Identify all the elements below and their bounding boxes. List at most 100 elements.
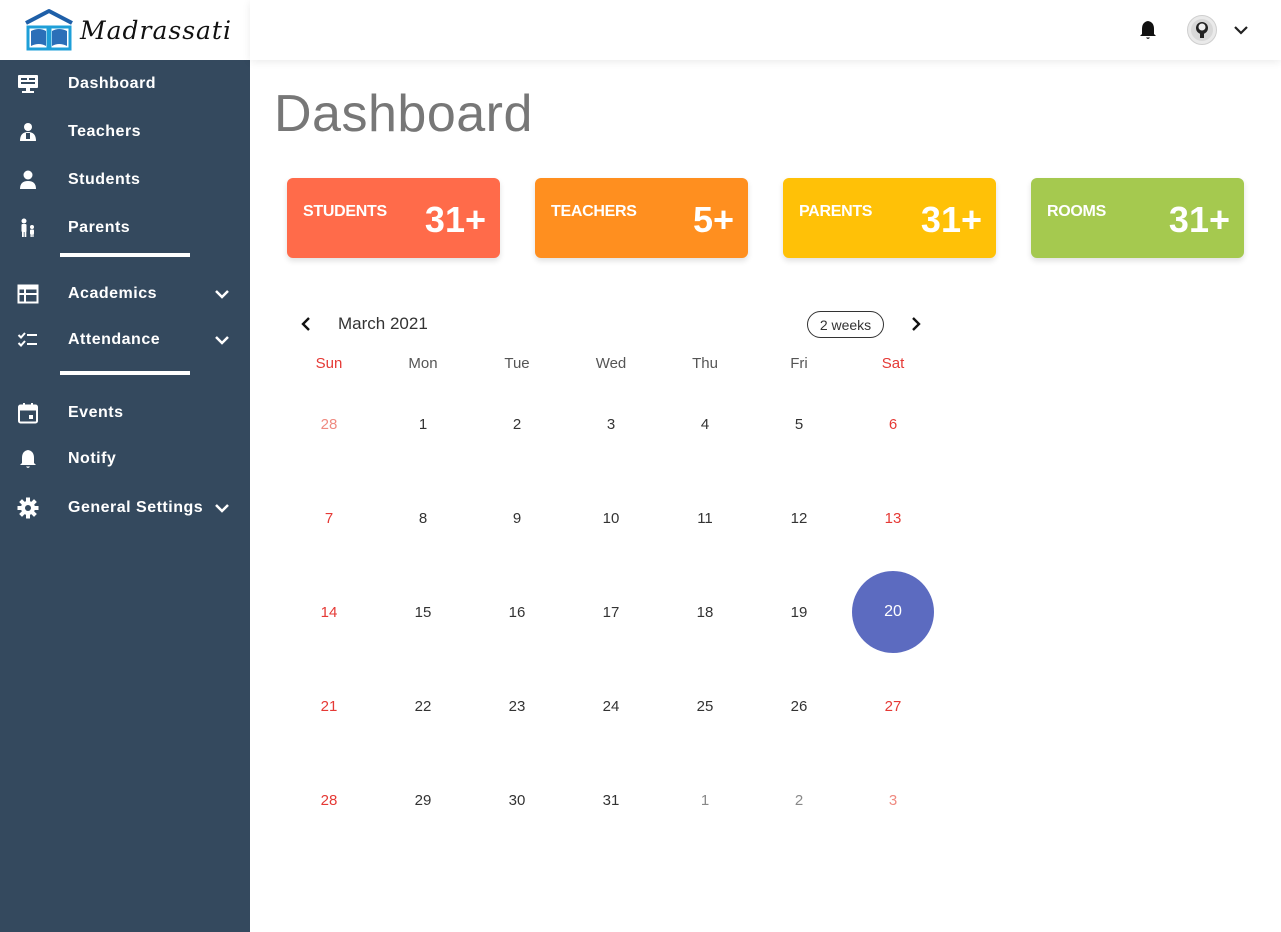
- gear-icon: [17, 497, 39, 519]
- calendar-day[interactable]: 8: [376, 471, 470, 565]
- calendar-next-chevron-right-icon[interactable]: [906, 314, 926, 334]
- calendar-day[interactable]: 11: [658, 471, 752, 565]
- stat-label: ROOMS: [1047, 203, 1106, 220]
- weekday-label: Fri: [790, 355, 808, 372]
- sidebar-item-label: General Settings: [68, 499, 204, 516]
- calendar-day[interactable]: 26: [752, 659, 846, 753]
- checklist-icon: [17, 329, 39, 351]
- calendar-day[interactable]: 25: [658, 659, 752, 753]
- sidebar-item-label: Notify: [68, 450, 117, 467]
- calendar-day[interactable]: 31: [564, 753, 658, 847]
- stat-card-students[interactable]: STUDENTS 31+: [287, 178, 500, 258]
- calendar-day[interactable]: 21: [282, 659, 376, 753]
- user-avatar[interactable]: [1187, 15, 1217, 45]
- sidebar-item-label: Teachers: [68, 123, 142, 140]
- sidebar: Madrassati Dashboard Teachers Students P…: [0, 0, 250, 932]
- calendar-day[interactable]: 27: [846, 659, 940, 753]
- student-icon: [17, 169, 39, 191]
- weekday-label: Wed: [595, 355, 627, 372]
- weekday-label: Tue: [504, 355, 530, 372]
- weekday-label: Thu: [692, 355, 718, 372]
- app-root: Madrassati Dashboard Teachers Students P…: [0, 0, 1281, 932]
- calendar-week-row: 14 15 16 17 18 19 20: [282, 565, 940, 659]
- calendar-day[interactable]: 14: [282, 565, 376, 659]
- calendar-day[interactable]: 3: [846, 753, 940, 847]
- calendar-day[interactable]: 28: [282, 753, 376, 847]
- sidebar-item-general-settings[interactable]: General Settings: [0, 483, 250, 533]
- weekday-label: Sat: [881, 355, 905, 372]
- calendar-day[interactable]: 19: [752, 565, 846, 659]
- sidebar-item-teachers[interactable]: Teachers: [0, 108, 250, 156]
- today-highlight: 20: [852, 571, 934, 653]
- calendar-day[interactable]: 29: [376, 753, 470, 847]
- calendar-day-today[interactable]: 20: [846, 565, 940, 659]
- calendar-day[interactable]: 16: [470, 565, 564, 659]
- sidebar-item-dashboard[interactable]: Dashboard: [0, 60, 250, 108]
- calendar-day[interactable]: 6: [846, 377, 940, 471]
- stat-value: 31+: [920, 199, 982, 240]
- sidebar-item-label: Events: [68, 404, 124, 421]
- calendar-day[interactable]: 4: [658, 377, 752, 471]
- sidebar-item-notify[interactable]: Notify: [0, 435, 250, 483]
- calendar-day[interactable]: 1: [376, 377, 470, 471]
- weekday-label: Sun: [315, 355, 343, 372]
- stat-value: 5+: [692, 199, 734, 240]
- calendar-day[interactable]: 30: [470, 753, 564, 847]
- parents-icon: [17, 217, 39, 239]
- calendar-prev-chevron-left-icon[interactable]: [296, 314, 316, 334]
- user-menu-chevron-down-icon[interactable]: [1232, 21, 1250, 39]
- table-icon: [17, 283, 39, 305]
- stat-card-rooms[interactable]: ROOMS 31+: [1031, 178, 1244, 258]
- sidebar-divider: [60, 371, 190, 375]
- stat-label: PARENTS: [799, 203, 873, 220]
- calendar-day[interactable]: 17: [564, 565, 658, 659]
- calendar-day[interactable]: 12: [752, 471, 846, 565]
- sidebar-item-events[interactable]: Events: [0, 391, 250, 435]
- calendar-week-row: 21 22 23 24 25 26 27: [282, 659, 940, 753]
- sidebar-item-label: Attendance: [68, 331, 161, 348]
- stat-value: 31+: [424, 199, 486, 240]
- top-bar: [250, 0, 1281, 60]
- sidebar-divider: [60, 253, 190, 257]
- calendar-day[interactable]: 2: [470, 377, 564, 471]
- monitor-icon: [17, 73, 39, 95]
- stat-card-teachers[interactable]: TEACHERS 5+: [535, 178, 748, 258]
- calendar-day[interactable]: 1: [658, 753, 752, 847]
- sidebar-item-students[interactable]: Students: [0, 156, 250, 204]
- calendar-day[interactable]: 5: [752, 377, 846, 471]
- calendar-icon: [17, 402, 39, 424]
- calendar-week-row: 28 1 2 3 4 5 6: [282, 377, 940, 471]
- calendar-day[interactable]: 13: [846, 471, 940, 565]
- sidebar-item-label: Parents: [68, 219, 131, 236]
- calendar-day[interactable]: 24: [564, 659, 658, 753]
- sidebar-item-attendance[interactable]: Attendance: [0, 315, 250, 365]
- calendar-grid: Sun Mon Tue Wed Thu Fri Sat 28 1 2 3 4 5…: [282, 355, 940, 847]
- brand-logo[interactable]: Madrassati: [0, 0, 250, 60]
- calendar-day[interactable]: 23: [470, 659, 564, 753]
- brand-name: Madrassati: [80, 15, 232, 45]
- calendar-day[interactable]: 10: [564, 471, 658, 565]
- calendar-month-title: March 2021: [338, 314, 428, 333]
- calendar-day[interactable]: 22: [376, 659, 470, 753]
- sidebar-item-academics[interactable]: Academics: [0, 273, 250, 315]
- calendar-day[interactable]: 2: [752, 753, 846, 847]
- calendar-day[interactable]: 9: [470, 471, 564, 565]
- page-title: Dashboard: [274, 85, 533, 143]
- bell-icon: [17, 448, 39, 470]
- chevron-down-icon: [215, 336, 229, 345]
- notifications-bell-icon[interactable]: [1137, 19, 1159, 41]
- calendar-week-row: 7 8 9 10 11 12 13: [282, 471, 940, 565]
- calendar-day[interactable]: 28: [282, 377, 376, 471]
- sidebar-item-label: Dashboard: [68, 75, 157, 92]
- calendar-day[interactable]: 7: [282, 471, 376, 565]
- stat-card-parents[interactable]: PARENTS 31+: [783, 178, 996, 258]
- calendar-day[interactable]: 18: [658, 565, 752, 659]
- stat-label: STUDENTS: [303, 203, 387, 220]
- sidebar-item-parents[interactable]: Parents: [0, 204, 250, 252]
- stat-label: TEACHERS: [551, 203, 637, 220]
- calendar-view-toggle-button[interactable]: 2 weeks: [807, 311, 884, 338]
- teacher-icon: [17, 121, 39, 143]
- book-house-logo-icon: [25, 9, 73, 51]
- calendar-day[interactable]: 3: [564, 377, 658, 471]
- calendar-day[interactable]: 15: [376, 565, 470, 659]
